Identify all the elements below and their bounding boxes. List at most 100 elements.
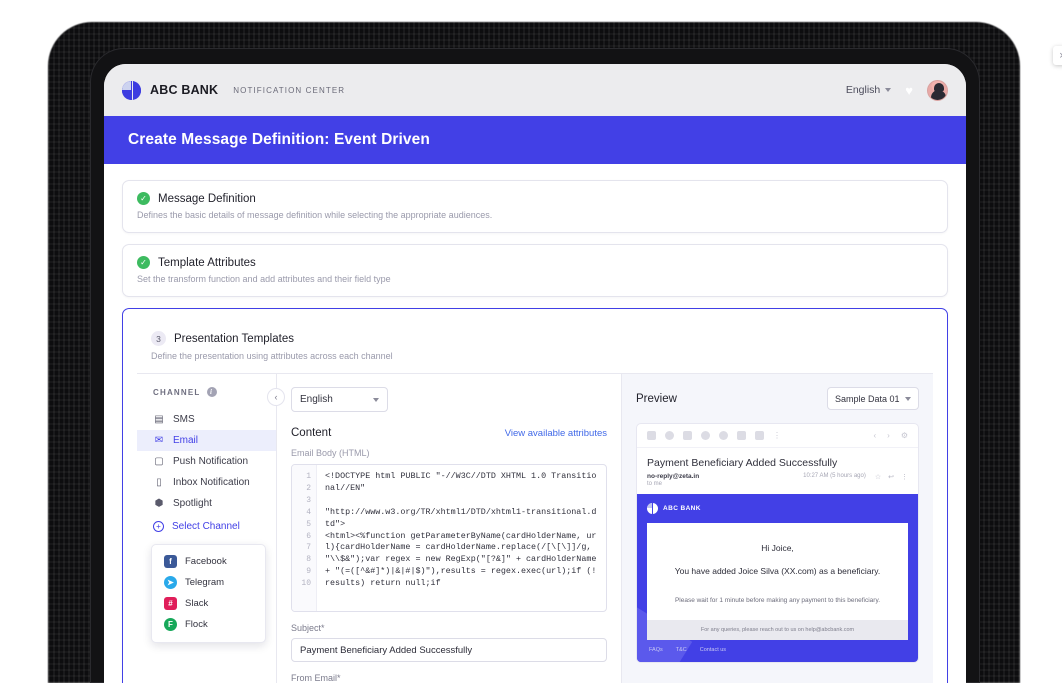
subject-label: Subject* <box>291 623 325 633</box>
sample-data-value: Sample Data 01 <box>835 393 900 404</box>
sidebar-item-spotlight[interactable]: ⬢ Spotlight <box>137 493 276 514</box>
code-text[interactable]: <!DOCTYPE html PUBLIC "-//W3C//DTD XHTML… <box>317 465 606 611</box>
step-card-message-definition[interactable]: ✓ Message Definition Defines the basic d… <box>122 180 948 233</box>
inbox-icon: ▯ <box>156 477 162 488</box>
menu-item-label: Facebook <box>185 556 227 567</box>
brand[interactable]: ABC BANK NOTIFICATION CENTER <box>122 80 346 100</box>
modal-body: ✓ Message Definition Defines the basic d… <box>104 164 966 683</box>
presentation-split: CHANNEL i ‹ ▤ SMS ✉ Email ▢ Push Notific… <box>137 373 933 683</box>
delete-icon[interactable] <box>683 431 692 440</box>
select-channel-button[interactable]: + Select Channel <box>137 514 276 538</box>
sample-data-select[interactable]: Sample Data 01 <box>827 387 919 410</box>
chevron-down-icon <box>885 88 892 92</box>
email-subject: Payment Beneficiary Added Successfully <box>647 457 838 469</box>
star-icon[interactable]: ☆ <box>875 473 881 481</box>
content-language-select[interactable]: English <box>291 387 388 412</box>
email-icon: ✉ <box>154 435 164 446</box>
email-body-label: Email Body (HTML) <box>291 448 370 458</box>
email-message: You have added Joice Silva (XX.com) as a… <box>674 566 881 576</box>
mark-unread-icon[interactable] <box>701 431 710 440</box>
heart-icon[interactable]: ♥ <box>905 84 913 97</box>
more-icon[interactable]: ⋮ <box>901 473 908 481</box>
gear-icon[interactable]: ⚙ <box>901 431 908 440</box>
line-number: 1 <box>306 472 311 481</box>
archive-icon[interactable] <box>647 431 656 440</box>
select-channel-label: Select Channel <box>172 521 240 532</box>
email-brand-name: ABC BANK <box>663 505 701 512</box>
step-description: Set the transform function and add attri… <box>137 274 391 284</box>
menu-item-telegram[interactable]: ➤ Telegram <box>152 572 265 593</box>
email-greeting: Hi Joice, <box>761 543 794 553</box>
step-description: Define the presentation using attributes… <box>151 351 393 361</box>
push-icon: ▢ <box>154 456 164 467</box>
header-actions: English ♥ <box>846 79 948 101</box>
brand-subtitle: NOTIFICATION CENTER <box>233 85 346 95</box>
more-options-icon[interactable]: ⋮ <box>773 431 781 440</box>
facebook-icon: f <box>164 555 177 568</box>
channel-panel: CHANNEL i ‹ ▤ SMS ✉ Email ▢ Push Notific… <box>137 374 285 683</box>
step-card-template-attributes[interactable]: ✓ Template Attributes Set the transform … <box>122 244 948 297</box>
channel-dropdown-menu: f Facebook ➤ Telegram # Slack F Flock <box>151 544 266 643</box>
step-description: Defines the basic details of message def… <box>137 210 493 220</box>
step-card-presentation-templates: 3 Presentation Templates Define the pres… <box>122 308 948 683</box>
channel-header-label: CHANNEL <box>153 387 201 397</box>
step-header: ✓ Template Attributes <box>137 256 933 269</box>
avatar[interactable] <box>927 79 948 101</box>
sidebar-item-push-notification[interactable]: ▢ Push Notification <box>137 451 276 472</box>
sidebar-item-label: SMS <box>173 414 195 425</box>
menu-item-label: Flock <box>185 619 208 630</box>
footer-link-faqs[interactable]: FAQs <box>649 647 663 653</box>
menu-item-label: Slack <box>185 598 209 609</box>
step-title: Template Attributes <box>158 256 256 269</box>
email-brand: ABC BANK <box>647 503 908 514</box>
close-icon[interactable]: × <box>1053 46 1062 65</box>
plus-icon: + <box>153 521 164 532</box>
email-actions: ☆ ↩ ⋮ <box>875 473 908 481</box>
sidebar-item-inbox-notification[interactable]: ▯ Inbox Notification <box>137 472 276 493</box>
chevron-down-icon <box>905 396 911 401</box>
email-timestamp: 10:27 AM (5 hours ago) <box>803 473 866 479</box>
flock-icon: F <box>164 618 177 631</box>
email-body-code-editor[interactable]: 1 2 3 4 5 6 7 8 9 10 <!DOCTYPE html PUBL… <box>291 464 607 612</box>
page-title: Create Message Definition: Event Driven <box>128 131 430 148</box>
email-preview-card: ⋮ ‹ › ⚙ Payment Beneficiary Added Succes… <box>636 423 919 663</box>
subject-input[interactable]: Payment Beneficiary Added Successfully <box>291 638 607 662</box>
info-icon[interactable]: i <box>206 387 217 397</box>
menu-item-slack[interactable]: # Slack <box>152 593 265 614</box>
email-body-preview: ABC BANK Hi Joice, You have added Joice … <box>637 494 918 662</box>
content-language-value: English <box>300 394 333 405</box>
snooze-icon[interactable] <box>719 431 728 440</box>
add-task-icon[interactable] <box>737 431 746 440</box>
email-note: Please wait for 1 minute before making a… <box>674 597 881 604</box>
toolbar-right-group: ‹ › ⚙ <box>873 431 908 440</box>
abc-bank-logo-icon <box>122 80 141 100</box>
reply-icon[interactable]: ↩ <box>888 473 894 481</box>
move-to-icon[interactable] <box>755 431 764 440</box>
sidebar-item-email[interactable]: ✉ Email <box>137 430 276 451</box>
sidebar-item-sms[interactable]: ▤ SMS <box>137 409 276 430</box>
nav-prev-icon[interactable]: ‹ <box>873 431 876 440</box>
email-sender-block: no-reply@zeta.in to me <box>647 473 699 487</box>
footer-link-contact[interactable]: Contact us <box>700 647 726 653</box>
collapse-panel-button[interactable]: ‹ <box>267 388 285 406</box>
language-selector[interactable]: English <box>846 84 892 96</box>
brand-name: ABC BANK <box>150 83 219 97</box>
email-toolbar: ⋮ ‹ › ⚙ <box>637 424 918 448</box>
from-email-label: From Email* <box>291 673 341 683</box>
sidebar-item-label: Push Notification <box>173 456 249 467</box>
line-number: 9 <box>306 567 311 577</box>
nav-next-icon[interactable]: › <box>887 431 890 440</box>
line-number: 6 <box>306 531 311 541</box>
email-from: no-reply@zeta.in <box>647 473 700 480</box>
line-number: 10 <box>301 579 311 589</box>
report-spam-icon[interactable] <box>665 431 674 440</box>
sms-icon: ▤ <box>154 414 164 425</box>
footer-link-tnc[interactable]: T&C <box>676 647 687 653</box>
chevron-down-icon <box>373 397 379 402</box>
slack-icon: # <box>164 597 177 610</box>
menu-item-facebook[interactable]: f Facebook <box>152 551 265 572</box>
view-available-attributes-link[interactable]: View available attributes <box>505 428 607 439</box>
menu-item-flock[interactable]: F Flock <box>152 614 265 635</box>
email-meta: no-reply@zeta.in to me 10:27 AM (5 hours… <box>637 469 918 494</box>
email-to: to me <box>647 481 663 487</box>
